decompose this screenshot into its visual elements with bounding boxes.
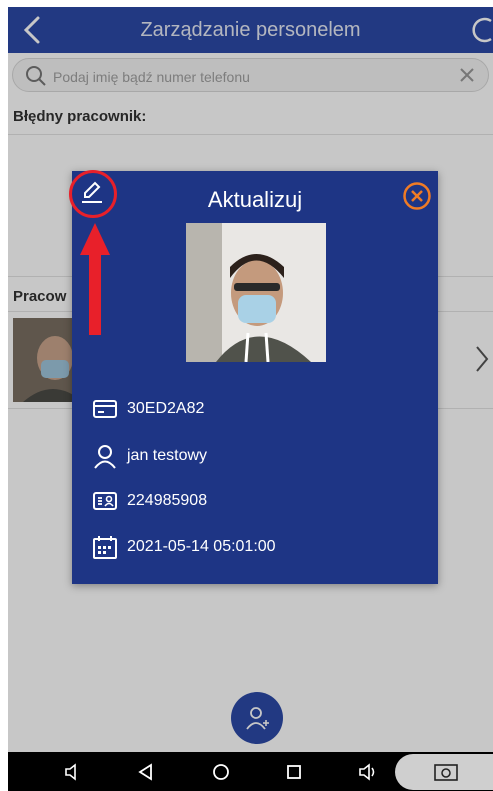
screenshot-button[interactable]	[395, 754, 493, 790]
nav-recents-icon[interactable]	[284, 762, 304, 782]
nav-home-icon[interactable]	[211, 762, 231, 782]
volume-up-icon[interactable]	[358, 762, 378, 782]
volume-down-icon[interactable]	[63, 762, 83, 782]
camera-icon	[434, 764, 458, 781]
id-number-value: 224985908	[127, 492, 208, 509]
close-circle-icon[interactable]	[402, 181, 432, 211]
datetime-value: 2021-05-14 05:01:00	[127, 538, 276, 555]
nav-back-icon[interactable]	[136, 762, 156, 782]
card-id-row: 30ED2A82	[92, 394, 412, 424]
dialog-title: Aktualizuj	[207, 187, 303, 212]
id-number-row: 224985908	[92, 486, 412, 516]
name-row: jan testowy	[92, 441, 412, 471]
android-nav-bar	[8, 752, 493, 791]
card-icon	[93, 400, 117, 418]
update-dialog: Aktualizuj 30ED2A82 jan testowy 22498590…	[72, 171, 438, 584]
id-card-icon	[93, 492, 117, 510]
datetime-row: 2021-05-14 05:01:00	[92, 532, 412, 562]
name-value: jan testowy	[127, 447, 208, 464]
highlight-circle	[69, 170, 117, 218]
card-id-value: 30ED2A82	[127, 400, 205, 417]
person-icon	[94, 445, 116, 469]
calendar-icon	[93, 536, 117, 559]
red-arrow-annotation	[80, 223, 110, 335]
employee-photo	[186, 223, 326, 362]
